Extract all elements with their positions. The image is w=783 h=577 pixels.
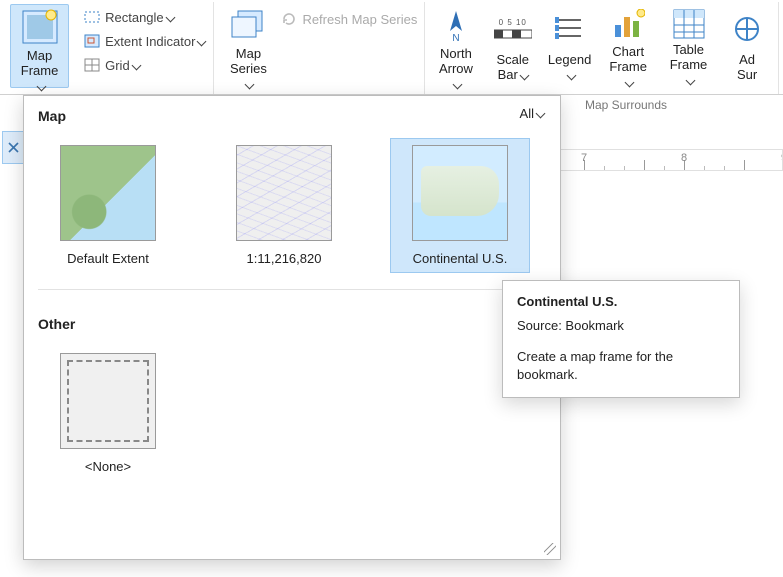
scale-bar-button[interactable]: 0 5 10 Scale Bar — [484, 4, 541, 88]
chevron-down-icon — [685, 75, 695, 85]
chevron-down-icon — [131, 60, 141, 70]
map-series-label: Map Series — [227, 47, 269, 92]
thumb-none-label: <None> — [85, 459, 131, 474]
scale-bar-label: Scale Bar — [497, 53, 530, 83]
ribbon: Map Frame Rectangle Extent Indicator Gri… — [0, 0, 783, 95]
thumb-none[interactable]: <None> — [38, 346, 178, 481]
tab-close-button[interactable] — [2, 131, 24, 164]
grid-label: Grid — [105, 58, 130, 73]
refresh-map-series-label: Refresh Map Series — [302, 12, 417, 27]
tooltip-source: Source: Bookmark — [517, 317, 725, 335]
chevron-down-icon — [197, 36, 207, 46]
tooltip-title: Continental U.S. — [517, 293, 725, 311]
resize-grip[interactable] — [544, 543, 556, 555]
gallery-section-map-header: Map — [38, 108, 546, 124]
chart-frame-icon — [606, 9, 650, 41]
map-frame-label: Map Frame — [17, 49, 62, 94]
gallery-filter-label: All — [520, 106, 534, 121]
additional-surrounds-icon — [725, 9, 769, 49]
close-icon — [8, 142, 19, 153]
additional-surrounds-button[interactable]: Ad Sur — [719, 4, 776, 88]
tooltip: Continental U.S. Source: Bookmark Create… — [502, 280, 740, 398]
chevron-down-icon — [165, 12, 175, 22]
north-arrow-label: North Arrow — [435, 47, 478, 92]
map-series-button[interactable]: Map Series — [220, 4, 276, 88]
map-frame-button[interactable]: Map Frame — [10, 4, 69, 88]
extent-indicator-label: Extent Indicator — [105, 34, 195, 49]
table-frame-icon — [667, 9, 711, 39]
ribbon-shape-tools: Rectangle Extent Indicator Grid — [75, 2, 214, 94]
chevron-down-icon — [452, 79, 462, 89]
gallery-section-other-header: Other — [38, 316, 546, 332]
chevron-down-icon — [566, 71, 576, 81]
table-frame-label: Table Frame — [665, 43, 711, 88]
legend-icon — [548, 9, 592, 49]
grid-button[interactable]: Grid — [79, 54, 209, 76]
thumb-continental-us[interactable]: Continental U.S. — [390, 138, 530, 273]
legend-button[interactable]: Legend — [541, 4, 598, 88]
thumb-default-extent-image — [60, 145, 156, 241]
chevron-down-icon — [36, 81, 46, 91]
map-frame-icon — [18, 9, 62, 45]
chevron-down-icon — [519, 71, 529, 81]
thumb-continental-us-image — [412, 145, 508, 241]
north-arrow-button[interactable]: N North Arrow — [428, 4, 485, 88]
refresh-icon — [280, 10, 298, 28]
thumb-scale[interactable]: 1:11,216,820 — [214, 138, 354, 273]
ribbon-group-map-frame: Map Frame — [4, 2, 75, 94]
thumb-default-extent-label: Default Extent — [67, 251, 149, 266]
scale-bar-icon: 0 5 10 — [491, 9, 535, 49]
gallery-map-grid: Default Extent 1:11,216,820 Continental … — [38, 130, 546, 283]
grid-icon — [83, 56, 101, 74]
tooltip-description: Create a map frame for the bookmark. — [517, 348, 725, 383]
refresh-map-series-button[interactable]: Refresh Map Series — [276, 8, 421, 30]
extent-indicator-icon — [83, 32, 101, 50]
map-series-icon — [226, 9, 270, 43]
ribbon-group-map-surrounds: N North Arrow 0 5 10 Scale Bar — [425, 2, 779, 94]
gallery-other-grid: <None> — [38, 338, 546, 491]
chevron-down-icon — [625, 77, 635, 87]
chart-frame-label: Chart Frame — [605, 45, 651, 90]
rectangle-label: Rectangle — [105, 10, 164, 25]
extent-indicator-button[interactable]: Extent Indicator — [79, 30, 209, 52]
chart-frame-button[interactable]: Chart Frame — [598, 4, 658, 88]
map-frame-gallery: All Map Default Extent 1:11,216,820 Cont… — [23, 95, 561, 560]
gallery-filter-button[interactable]: All — [520, 106, 544, 121]
additional-surrounds-label: Ad Sur — [737, 53, 757, 83]
chevron-down-icon — [536, 109, 546, 119]
rectangle-button[interactable]: Rectangle — [79, 6, 209, 28]
legend-label: Legend — [548, 53, 591, 83]
thumb-scale-label: 1:11,216,820 — [247, 251, 322, 266]
thumb-continental-us-label: Continental U.S. — [413, 251, 508, 266]
table-frame-button[interactable]: Table Frame — [658, 4, 718, 88]
rectangle-icon — [83, 8, 101, 26]
chevron-down-icon — [245, 79, 255, 89]
scale-ticks-label: 0 5 10 — [499, 18, 527, 27]
north-arrow-icon: N — [434, 9, 478, 43]
thumb-scale-image — [236, 145, 332, 241]
thumb-none-image — [60, 353, 156, 449]
gallery-divider — [38, 289, 546, 290]
ribbon-group-map-series: Map Series Refresh Map Series — [214, 2, 425, 94]
svg-text:N: N — [452, 33, 459, 43]
thumb-default-extent[interactable]: Default Extent — [38, 138, 178, 273]
